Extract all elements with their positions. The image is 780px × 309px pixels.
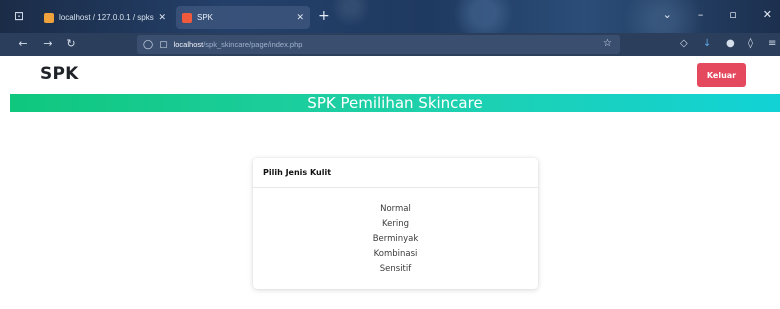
page-icon[interactable]: ▢ [159,40,168,50]
plus-icon[interactable]: + [318,8,330,24]
card-body: Normal Kering Berminyak Kombinasi Sensit… [253,188,538,277]
account-icon[interactable]: ● [726,38,735,49]
page-content: SPK Keluar SPK Pemilihan Skincare Pilih … [0,56,780,309]
card-title: Pilih Jenis Kulit [263,168,332,177]
skin-option-kombinasi[interactable]: Kombinasi [253,247,538,262]
browser-tab-spk[interactable]: SPK ✕ [176,6,310,29]
logout-button[interactable]: Keluar [697,63,746,87]
spk-favicon-icon [182,12,192,23]
extension-icon[interactable]: ◊ [748,38,753,49]
tab-list-icon[interactable]: ⊡ [12,9,26,23]
hamburger-icon[interactable]: ≡ [768,38,776,49]
window-controls: ⌄ – ▫ ✕ [663,8,772,21]
arrow-right-icon[interactable]: → [41,37,55,50]
minimize-icon[interactable]: – [698,8,704,21]
close-icon[interactable]: ✕ [158,12,166,23]
skin-option-normal[interactable]: Normal [253,202,538,217]
browser-nav-bar: ← → ↻ ◯ ▢ localhost /spk_skincare/page/i… [0,33,780,56]
close-icon[interactable]: ✕ [296,12,304,23]
page-title: SPK Pemilihan Skincare [307,94,483,112]
close-window-icon[interactable]: ✕ [763,8,772,21]
card-header: Pilih Jenis Kulit [253,158,538,188]
url-path: /spk_skincare/page/index.php [203,40,303,49]
page-banner: SPK Pemilihan Skincare [10,94,780,112]
browser-tab-phpmyadmin[interactable]: localhost / 127.0.0.1 / spkskin ✕ [38,6,172,29]
shield-icon[interactable]: ◯ [143,40,153,50]
download-icon[interactable]: ↓ [703,38,711,49]
url-bar[interactable]: ◯ ▢ localhost /spk_skincare/page/index.p… [137,35,620,54]
star-icon[interactable]: ☆ [603,38,612,49]
browser-tab-strip: ⊡ localhost / 127.0.0.1 / spkskin ✕ SPK … [0,0,780,33]
skin-option-kering[interactable]: Kering [253,217,538,232]
reload-icon[interactable]: ↻ [64,37,78,50]
brand-logo[interactable]: SPK [40,64,78,84]
skin-option-sensitif[interactable]: Sensitif [253,262,538,277]
tab-title: SPK [197,13,214,22]
maximize-icon[interactable]: ▫ [729,8,736,21]
url-host: localhost [173,40,204,49]
tab-title: localhost / 127.0.0.1 / spkskin [59,13,155,22]
arrow-left-icon[interactable]: ← [16,37,30,50]
skin-option-berminyak[interactable]: Berminyak [253,232,538,247]
chevron-down-icon[interactable]: ⌄ [663,8,672,21]
phpmyadmin-favicon-icon [44,12,54,23]
pocket-icon[interactable]: ◇ [680,38,688,49]
skin-type-card: Pilih Jenis Kulit Normal Kering Berminya… [253,158,538,289]
